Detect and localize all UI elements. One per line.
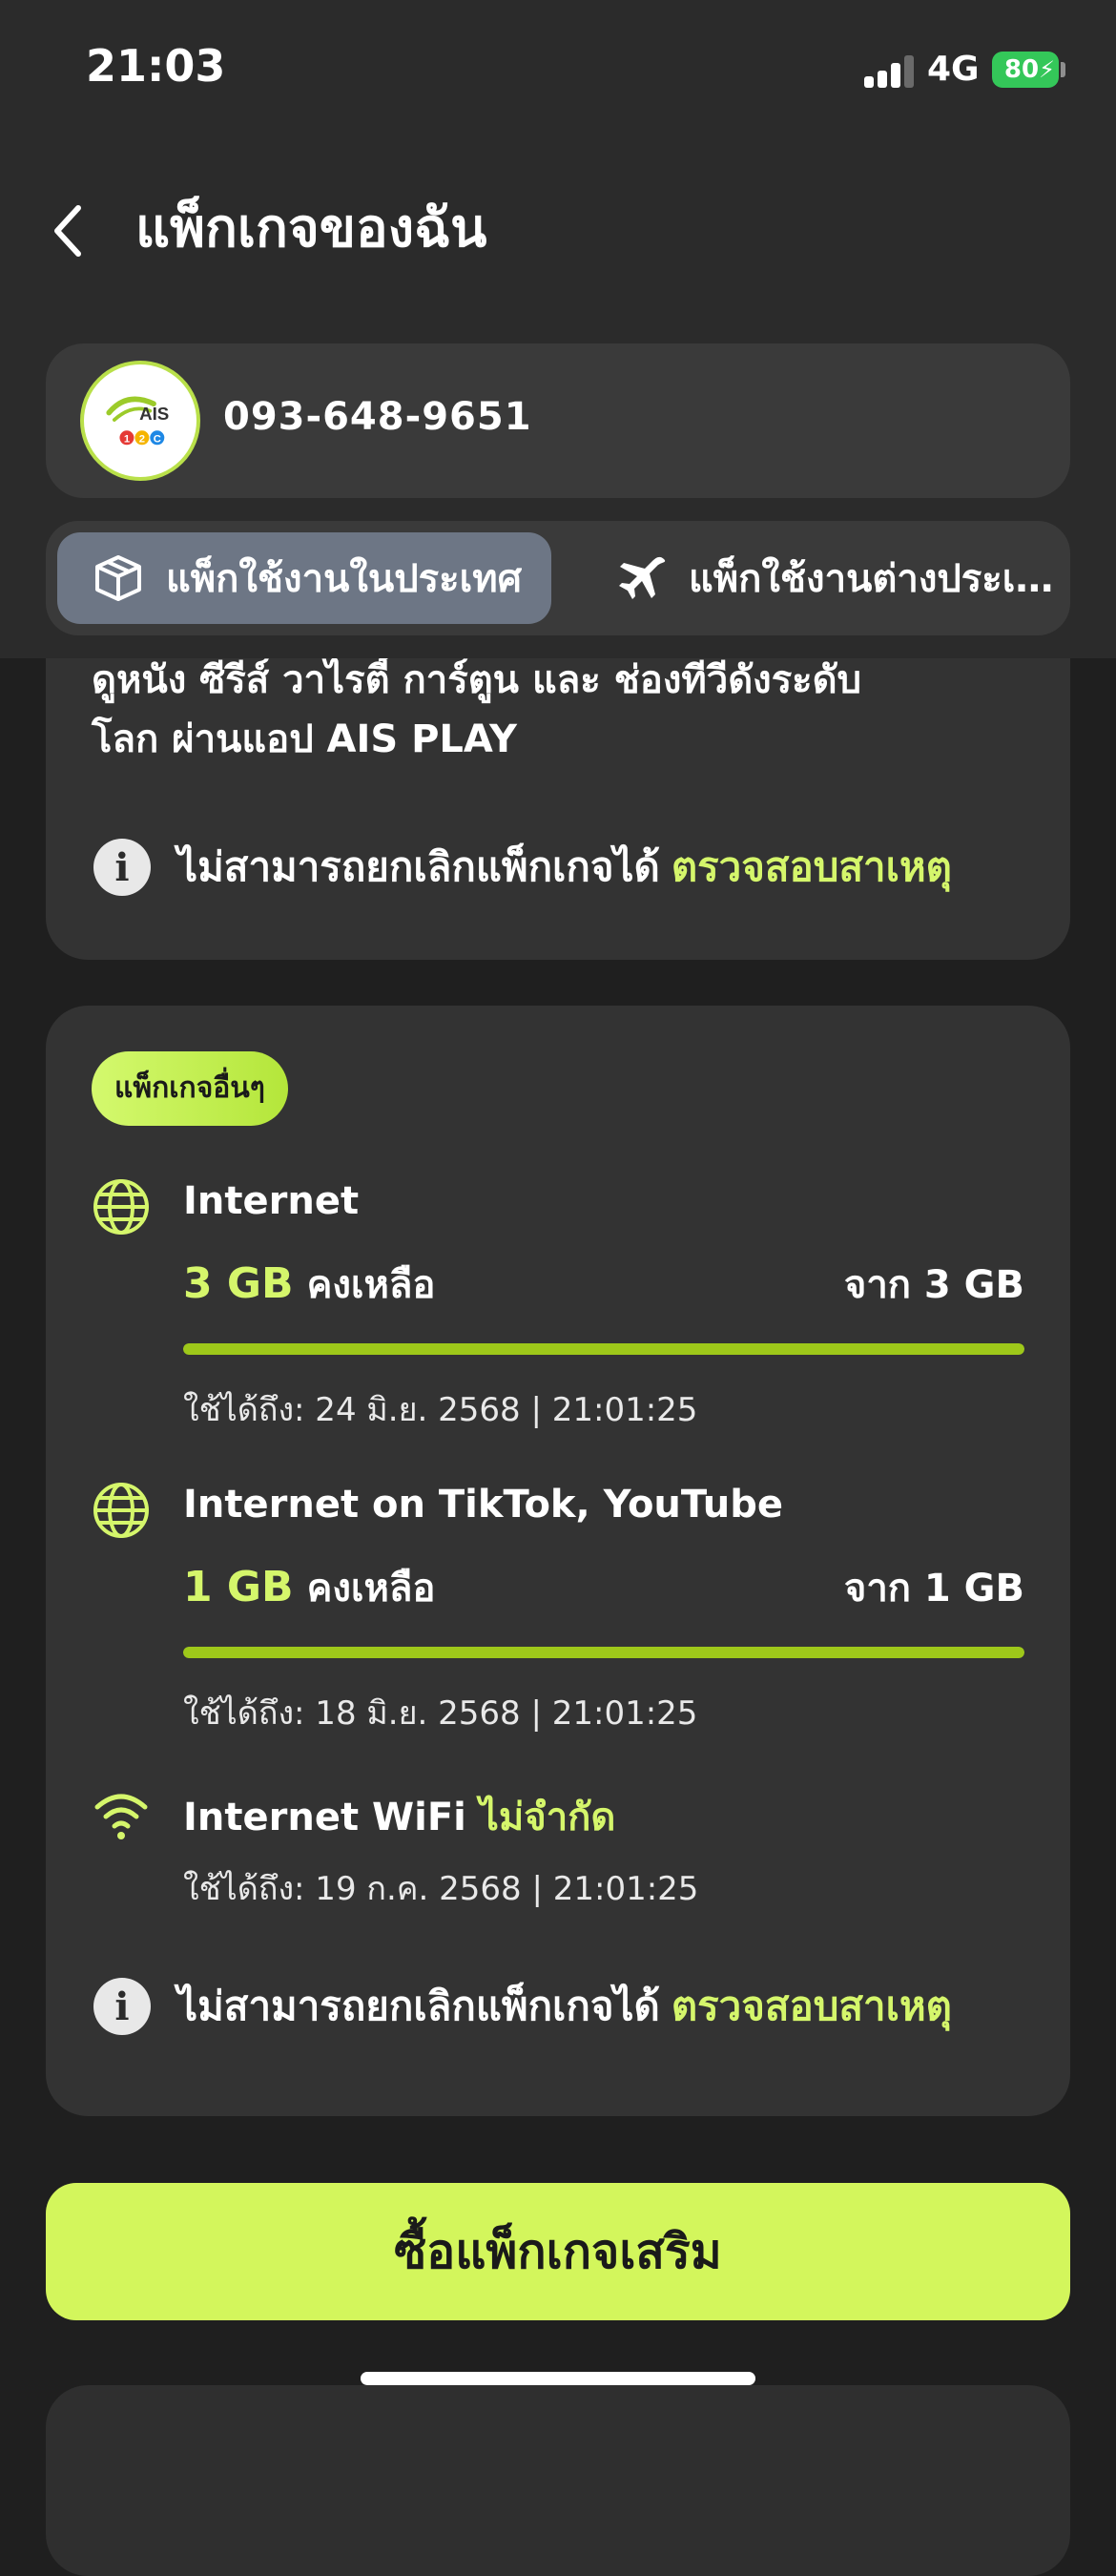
package-tabs: แพ็กใช้งานในประเทศ แพ็กใช้งานต่างประเทศ bbox=[46, 521, 1070, 635]
usage-progress-fill bbox=[183, 1343, 1024, 1355]
remaining-amount: 3 GB bbox=[183, 1259, 294, 1308]
other-packages-badge: แพ็กเกจอื่นๆ bbox=[92, 1051, 288, 1126]
phone-number: 093-648-9651 bbox=[223, 395, 532, 439]
remaining-data: 3 GB คงเหลือ bbox=[183, 1254, 435, 1315]
cancel-notice: i ไม่สามารถยกเลิกแพ็กเกจได้ ตรวจสอบสาเหต… bbox=[93, 836, 952, 899]
page-title: แพ็กเกจของฉัน bbox=[135, 197, 487, 260]
signal-icon bbox=[864, 53, 914, 88]
usage-progress-fill bbox=[183, 1647, 1024, 1658]
tab-label: แพ็กใช้งานในประเทศ bbox=[166, 557, 523, 601]
globe-icon bbox=[93, 1179, 149, 1235]
remaining-suffix: คงเหลือ bbox=[306, 1263, 436, 1307]
airplane-icon bbox=[619, 556, 666, 599]
buy-addon-package-button[interactable]: ซื้อแพ็กเกจเสริม bbox=[46, 2183, 1070, 2320]
wifi-icon bbox=[94, 1794, 148, 1839]
package-description-line: โลก ผ่านแอป AIS PLAY bbox=[92, 717, 517, 761]
package-description-partial-line: ดูหนัง ซีรีส์ วาไรตี้ การ์ตูน และ ช่องที… bbox=[92, 658, 862, 702]
package-description: ดูหนัง ซีรีส์ วาไรตี้ การ์ตูน และ ช่องที… bbox=[92, 651, 1026, 769]
svg-text:2: 2 bbox=[139, 433, 145, 445]
info-icon: i bbox=[93, 1978, 151, 2035]
account-card[interactable]: AIS 1 2 C 093-648-9651 bbox=[46, 343, 1070, 498]
package-name: Internet WiFi ไม่จำกัด bbox=[183, 1786, 615, 1847]
info-icon: i bbox=[93, 839, 151, 896]
svg-text:C: C bbox=[154, 433, 161, 445]
logo-text: AIS bbox=[139, 404, 169, 424]
usage-progress-bar bbox=[183, 1343, 1024, 1355]
home-indicator bbox=[361, 2372, 755, 2385]
tab-domestic[interactable]: แพ็กใช้งานในประเทศ bbox=[57, 532, 551, 624]
check-reason-link[interactable]: ตรวจสอบสาเหตุ bbox=[672, 836, 952, 899]
remaining-suffix: คงเหลือ bbox=[306, 1567, 436, 1610]
remaining-data: 1 GB คงเหลือ bbox=[183, 1557, 435, 1618]
total-data: จาก 1 GB bbox=[843, 1567, 1024, 1610]
cancel-notice-text: ไม่สามารถยกเลิกแพ็กเกจได้ bbox=[177, 843, 660, 890]
package-box-icon bbox=[95, 555, 141, 601]
chevron-left-icon[interactable] bbox=[42, 191, 99, 271]
check-reason-link[interactable]: ตรวจสอบสาเหตุ bbox=[672, 1975, 952, 2038]
cancel-notice: i ไม่สามารถยกเลิกแพ็กเกจได้ ตรวจสอบสาเหต… bbox=[93, 1975, 952, 2038]
package-name-text: Internet WiFi bbox=[183, 1796, 466, 1839]
package-name: Internet bbox=[183, 1179, 360, 1223]
header: 21:03 4G 80 ⚡ แพ็กเกจของฉัน AIS 1 2 C 09… bbox=[0, 0, 1116, 658]
package-name: Internet on TikTok, YouTube bbox=[183, 1483, 784, 1527]
expiry-date: ใช้ได้ถึง: 19 ก.ค. 2568 | 21:01:25 bbox=[183, 1870, 699, 1908]
unlimited-label: ไม่จำกัด bbox=[479, 1796, 616, 1839]
other-packages-card: แพ็กเกจอื่นๆ Internet 3 GB คงเหลือ จาก 3 … bbox=[46, 1006, 1070, 2116]
next-card-peek bbox=[46, 2385, 1070, 2576]
network-type: 4G bbox=[927, 50, 980, 89]
status-time: 21:03 bbox=[86, 40, 226, 92]
cancel-notice-text: ไม่สามารถยกเลิกแพ็กเกจได้ bbox=[177, 1983, 660, 2029]
remaining-amount: 1 GB bbox=[183, 1563, 294, 1611]
svg-text:1: 1 bbox=[124, 433, 130, 445]
tab-international[interactable]: แพ็กใช้งานต่างประเทศ bbox=[580, 532, 1063, 624]
expiry-date: ใช้ได้ถึง: 18 มิ.ย. 2568 | 21:01:25 bbox=[183, 1694, 698, 1733]
usage-progress-bar bbox=[183, 1647, 1024, 1658]
battery-nub bbox=[1061, 62, 1065, 77]
total-data: จาก 3 GB bbox=[843, 1263, 1024, 1307]
charging-icon: ⚡ bbox=[1039, 56, 1055, 83]
globe-icon bbox=[93, 1483, 149, 1538]
battery-icon: 80 ⚡ bbox=[992, 52, 1059, 88]
expiry-date: ใช้ได้ถึง: 24 มิ.ย. 2568 | 21:01:25 bbox=[183, 1391, 698, 1429]
status-bar: 21:03 4G 80 ⚡ bbox=[0, 0, 1116, 143]
tab-label: แพ็กใช้งานต่างประเทศ bbox=[689, 557, 1061, 601]
ais-logo-avatar: AIS 1 2 C bbox=[80, 361, 200, 481]
